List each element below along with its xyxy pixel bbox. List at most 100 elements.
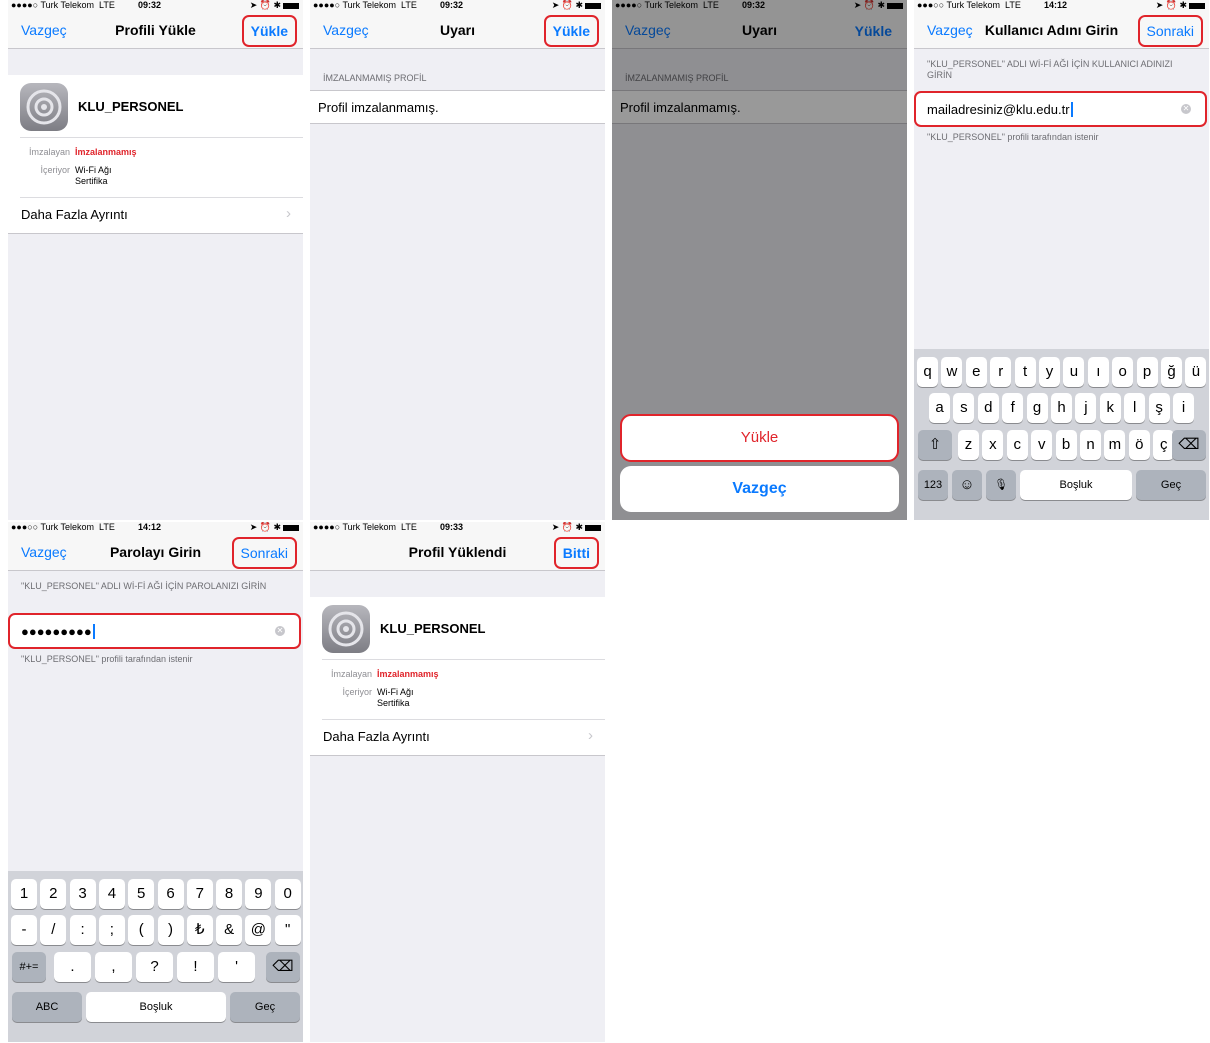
letter-key[interactable]: p: [1136, 357, 1158, 387]
next-button[interactable]: Sonraki: [231, 537, 297, 569]
digit-key[interactable]: 0: [274, 879, 301, 909]
digit-key[interactable]: 6: [157, 879, 184, 909]
symbol-key[interactable]: ": [274, 915, 301, 945]
cancel-button[interactable]: Vazgeç: [21, 544, 67, 560]
go-key[interactable]: Geç: [230, 992, 300, 1022]
shift-key[interactable]: ⇧: [918, 430, 952, 460]
letter-key[interactable]: b: [1055, 430, 1077, 460]
more-details-label: Daha Fazla Ayrıntı: [323, 729, 430, 744]
letter-key[interactable]: m: [1104, 430, 1126, 460]
go-key[interactable]: Geç: [1136, 470, 1206, 500]
more-details-label: Daha Fazla Ayrıntı: [21, 207, 128, 222]
cancel-button[interactable]: Vazgeç: [927, 22, 973, 38]
letter-key[interactable]: ı: [1087, 357, 1109, 387]
nav-bar: Vazgeç Parolayı Girin Sonraki: [8, 534, 303, 571]
digit-key[interactable]: 9: [245, 879, 272, 909]
digit-key[interactable]: 8: [216, 879, 243, 909]
letter-key[interactable]: y: [1039, 357, 1060, 387]
password-field[interactable]: ●●●●●●●●● ✕: [8, 613, 301, 649]
letter-key[interactable]: ğ: [1161, 357, 1182, 387]
symbol-key[interactable]: -: [11, 915, 37, 945]
nav-bar: Vazgeç Profili Yükle Yükle: [8, 12, 303, 49]
install-button[interactable]: Yükle: [543, 15, 599, 47]
letter-key[interactable]: s: [953, 393, 975, 423]
letter-key[interactable]: h: [1051, 393, 1072, 423]
contains-label: İçeriyor: [342, 687, 372, 697]
letter-key[interactable]: q: [917, 357, 938, 387]
letter-key[interactable]: a: [929, 393, 950, 423]
letter-key[interactable]: i: [1173, 393, 1194, 423]
letter-key[interactable]: o: [1112, 357, 1134, 387]
punctuation-key[interactable]: ': [218, 952, 255, 982]
clear-icon[interactable]: ✕: [1181, 104, 1191, 114]
digit-key[interactable]: 2: [40, 879, 67, 909]
symbol-key[interactable]: (: [128, 915, 155, 945]
letter-key[interactable]: t: [1014, 357, 1036, 387]
cancel-button[interactable]: Vazgeç: [323, 22, 369, 38]
screen-profile-installed: ●●●●○ Turk Telekom LTE 09:33 ➤ ⏰ ✱ Profi…: [310, 522, 605, 1042]
letter-key[interactable]: g: [1026, 393, 1048, 423]
letter-key[interactable]: ö: [1128, 430, 1150, 460]
symbol-key[interactable]: &: [216, 915, 243, 945]
next-button[interactable]: Sonraki: [1137, 15, 1203, 47]
punctuation-key[interactable]: ?: [136, 952, 173, 982]
microphone-key[interactable]: 🎙: [986, 470, 1016, 500]
letter-key[interactable]: u: [1063, 357, 1085, 387]
letter-key[interactable]: z: [958, 430, 979, 460]
install-button[interactable]: Yükle: [241, 15, 297, 47]
digit-key[interactable]: 7: [186, 879, 213, 909]
digit-key[interactable]: 1: [11, 879, 37, 909]
letter-key[interactable]: w: [941, 357, 963, 387]
clear-icon[interactable]: ✕: [275, 626, 285, 636]
letter-key[interactable]: r: [990, 357, 1012, 387]
letter-key[interactable]: v: [1031, 430, 1053, 460]
letter-key[interactable]: ü: [1185, 357, 1207, 387]
letter-key[interactable]: j: [1075, 393, 1097, 423]
nav-bar: Profil Yüklendi Bitti: [310, 534, 605, 571]
sheet-install-button[interactable]: Yükle: [620, 414, 899, 462]
status-bar: ●●●●○ Turk Telekom LTE 09:32 ➤ ⏰ ✱: [310, 0, 605, 12]
letter-key[interactable]: ş: [1148, 393, 1170, 423]
backspace-key[interactable]: ⌫: [1172, 430, 1206, 460]
digit-key[interactable]: 4: [98, 879, 125, 909]
more-details-row[interactable]: Daha Fazla Ayrıntı ›: [310, 720, 605, 755]
letter-key[interactable]: l: [1124, 393, 1146, 423]
abc-key[interactable]: ABC: [12, 992, 82, 1022]
punctuation-key[interactable]: .: [54, 952, 91, 982]
symbol-key[interactable]: :: [69, 915, 96, 945]
symbol-key[interactable]: ;: [98, 915, 125, 945]
digit-key[interactable]: 5: [128, 879, 155, 909]
symbol-key[interactable]: ₺: [186, 915, 213, 945]
symbol-key[interactable]: ): [157, 915, 184, 945]
numbers-mode-key[interactable]: 123: [918, 470, 948, 500]
letter-key[interactable]: c: [1006, 430, 1028, 460]
letter-key[interactable]: k: [1099, 393, 1121, 423]
digit-key[interactable]: 3: [69, 879, 96, 909]
clock: 09:33: [440, 522, 464, 532]
done-button[interactable]: Bitti: [553, 537, 599, 569]
letter-key[interactable]: x: [982, 430, 1004, 460]
letter-key[interactable]: d: [977, 393, 999, 423]
backspace-key[interactable]: ⌫: [266, 952, 300, 982]
cancel-button[interactable]: Vazgeç: [21, 22, 67, 38]
punctuation-key[interactable]: ,: [95, 952, 132, 982]
emoji-key[interactable]: ☺: [952, 470, 982, 500]
punctuation-key[interactable]: !: [177, 952, 214, 982]
username-field[interactable]: mailadresiniz@klu.edu.tr ✕: [914, 91, 1207, 127]
symbol-key[interactable]: /: [40, 915, 67, 945]
settings-gear-icon: [20, 83, 68, 131]
letter-key[interactable]: n: [1080, 430, 1101, 460]
clock: 14:12: [138, 522, 162, 532]
symbol-key[interactable]: @: [245, 915, 272, 945]
unsigned-warning-row: Profil imzalanmamış.: [310, 90, 605, 124]
contains-item-cert: Sertifika: [75, 176, 108, 186]
letter-key[interactable]: e: [965, 357, 987, 387]
more-details-row[interactable]: Daha Fazla Ayrıntı ›: [8, 198, 303, 233]
sheet-cancel-button[interactable]: Vazgeç: [620, 466, 899, 512]
space-key[interactable]: Boşluk: [1020, 470, 1132, 500]
letter-key[interactable]: f: [1002, 393, 1024, 423]
symbols-key[interactable]: #+=: [12, 952, 46, 982]
signed-by-value: İmzalanmamış: [377, 669, 439, 679]
password-hint: "KLU_PERSONEL" ADLI Wİ-Fİ AĞI İÇİN PAROL…: [21, 581, 267, 591]
space-key[interactable]: Boşluk: [86, 992, 226, 1022]
